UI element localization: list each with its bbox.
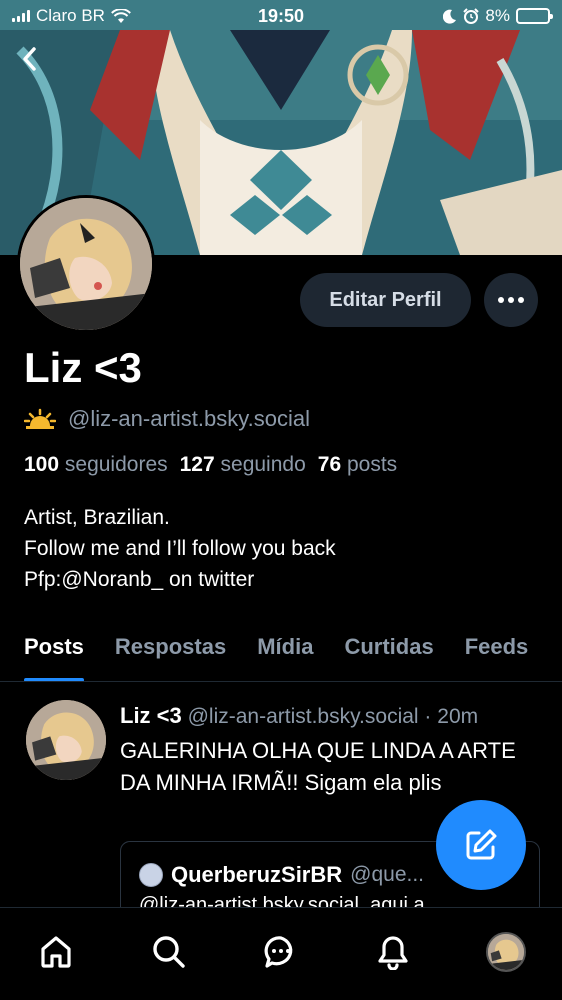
bell-icon	[378, 936, 408, 970]
compose-icon	[466, 829, 497, 860]
quote-author-handle: @que...	[350, 863, 425, 886]
quote-author-avatar	[139, 863, 163, 887]
tab-respostas[interactable]: Respostas	[115, 620, 226, 681]
nav-chat[interactable]	[257, 928, 305, 976]
handle-row: @liz-an-artist.bsky.social	[24, 406, 310, 432]
nav-search[interactable]	[145, 928, 193, 976]
edit-profile-button[interactable]: Editar Perfil	[300, 273, 471, 327]
more-dots-icon	[498, 297, 524, 303]
profile-avatar[interactable]	[17, 195, 155, 333]
tab-curtidas[interactable]: Curtidas	[344, 620, 433, 681]
post-author-avatar[interactable]	[26, 700, 106, 780]
chevron-left-icon	[23, 47, 36, 71]
tab-feeds[interactable]: Feeds	[465, 620, 529, 681]
profile-avatar-small	[485, 932, 526, 972]
bio-line: Pfp:@Noranb_ on twitter	[24, 568, 255, 591]
profile-actions: Editar Perfil	[300, 273, 538, 327]
chat-icon	[264, 936, 293, 968]
post-author-handle[interactable]: @liz-an-artist.bsky.social	[188, 705, 419, 728]
bio-line: Artist, Brazilian.	[24, 506, 170, 529]
battery-percent: 8%	[485, 6, 510, 25]
nav-notifications[interactable]	[369, 928, 417, 976]
carrier-label: Claro BR	[36, 6, 105, 25]
post-time: 20m	[437, 705, 479, 728]
alarm-icon	[463, 8, 480, 24]
home-icon	[41, 936, 71, 968]
back-button[interactable]	[14, 44, 44, 74]
more-options-button[interactable]	[484, 273, 538, 327]
post-header: Liz <3 @liz-an-artist.bsky.social · 20m	[120, 703, 550, 729]
bottom-tab-bar	[0, 907, 562, 1000]
moon-icon	[443, 9, 457, 24]
profile-tabs: Posts Respostas Mídia Curtidas Feeds	[0, 620, 562, 682]
following-stat[interactable]: 127 seguindo	[180, 453, 306, 477]
compose-button[interactable]	[436, 800, 526, 890]
quote-author-name: QuerberuzSirBR	[171, 862, 343, 887]
sun-emoji-icon	[24, 408, 56, 429]
signal-icon	[12, 10, 30, 22]
profile-bio: Artist, Brazilian. Follow me and I’ll fo…	[24, 502, 336, 595]
profile-stats: 100 seguidores 127 seguindo 76 posts	[24, 453, 397, 477]
search-icon	[152, 936, 185, 968]
nav-profile[interactable]	[482, 928, 530, 976]
wifi-icon	[111, 8, 131, 23]
post-text: GALERINHA OLHA QUE LINDA A ARTE DA MINHA…	[120, 738, 516, 795]
posts-stat: 76 posts	[317, 453, 398, 476]
status-bar: Claro BR 19:50 8%	[0, 0, 562, 32]
battery-icon	[516, 8, 553, 24]
tab-midia[interactable]: Mídia	[257, 620, 313, 681]
display-name: Liz <3	[24, 344, 142, 391]
bio-line: Follow me and I’ll follow you back	[24, 537, 336, 560]
followers-stat[interactable]: 100 seguidores	[24, 453, 168, 477]
post-separator: ·	[424, 705, 432, 728]
nav-home[interactable]	[32, 928, 80, 976]
tab-posts[interactable]: Posts	[24, 620, 84, 681]
profile-handle[interactable]: @liz-an-artist.bsky.social	[68, 406, 310, 432]
post-author-name[interactable]: Liz <3	[120, 703, 182, 728]
